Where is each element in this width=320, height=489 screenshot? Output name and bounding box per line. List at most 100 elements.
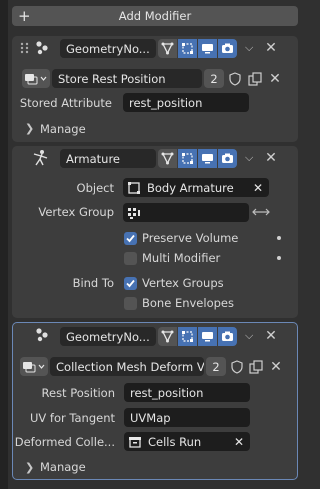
close-icon[interactable]: ✕	[264, 40, 278, 56]
clear-collection-icon[interactable]: ✕	[234, 435, 244, 449]
user-count[interactable]: 2	[206, 357, 226, 376]
edit-mode-icon	[182, 43, 193, 54]
node-group-browse-button[interactable]	[22, 69, 50, 88]
vertex-triangle-icon	[161, 152, 174, 165]
checkbox-box	[124, 232, 137, 245]
node-tree-icon	[25, 74, 47, 85]
edit-mode-icon	[182, 331, 193, 342]
object-value: Body Armature	[147, 180, 234, 195]
deformed-collection-label: Deformed Colle...	[14, 435, 115, 449]
edit-mode-toggle[interactable]	[178, 39, 197, 58]
viewport-toggle[interactable]	[198, 39, 217, 58]
modifier-name-field[interactable]: GeometryNo...	[60, 39, 156, 58]
camera-icon	[222, 331, 233, 341]
plus-icon: +	[18, 7, 31, 25]
vertex-group-icon	[128, 207, 140, 219]
geometry-nodes-icon	[36, 41, 48, 55]
manage-label: Manage	[40, 460, 86, 474]
viewport-toggle[interactable]	[198, 327, 217, 346]
node-group-name-field[interactable]: Store Rest Position	[52, 69, 202, 88]
edit-cage-toggle[interactable]	[158, 149, 177, 168]
node-group-browse-button[interactable]	[20, 357, 48, 376]
modifier-panel-geometry-nodes-2: GeometryNo... ⌵ ✕ Collection Mesh Deform…	[12, 322, 298, 480]
node-group-name-field[interactable]: Collection Mesh Deform V2	[50, 357, 204, 376]
vertex-triangle-icon	[161, 330, 174, 343]
checkmark-icon	[126, 234, 135, 243]
deformed-collection-value: Cells Run	[148, 434, 202, 449]
edit-cage-toggle[interactable]	[158, 327, 177, 346]
collection-icon	[129, 436, 141, 448]
object-field[interactable]: Body Armature ✕	[123, 178, 269, 197]
geometry-nodes-icon	[36, 328, 48, 342]
uv-for-tangent-field[interactable]: UVMap	[124, 408, 250, 427]
object-icon	[128, 181, 140, 194]
modifier-panel-armature: Armature ⌵ ✕ Object Body Armature ✕ Vert…	[12, 146, 298, 318]
fake-user-shield-icon[interactable]	[230, 360, 244, 374]
camera-icon	[222, 43, 233, 53]
edit-mode-toggle[interactable]	[178, 149, 197, 168]
vertex-group-label: Vertex Group	[38, 205, 114, 219]
edit-mode-icon	[182, 153, 193, 164]
render-toggle[interactable]	[218, 149, 237, 168]
multi-modifier-label: Multi Modifier	[142, 251, 221, 265]
vertex-triangle-icon	[161, 42, 174, 55]
checkbox-box	[124, 277, 137, 290]
checkbox-box	[124, 297, 137, 310]
preserve-volume-label: Preserve Volume	[142, 231, 239, 245]
bind-to-label: Bind To	[72, 276, 114, 290]
node-tree-icon	[23, 362, 45, 373]
invert-arrows-icon[interactable]	[252, 206, 270, 218]
vertex-group-field[interactable]	[123, 203, 249, 222]
clear-object-icon[interactable]: ✕	[253, 181, 263, 195]
rest-position-label: Rest Position	[41, 386, 115, 400]
bone-envelopes-label: Bone Envelopes	[142, 296, 234, 310]
render-toggle[interactable]	[218, 39, 237, 58]
modifier-header: GeometryNo... ⌵ ✕	[13, 323, 297, 349]
monitor-icon	[202, 332, 213, 342]
add-modifier-label: Add Modifier	[118, 9, 192, 23]
keyframe-dot-icon[interactable]	[277, 256, 281, 260]
armature-icon	[33, 150, 48, 166]
modifier-panel-geometry-nodes-1: GeometryNo... ⌵ ✕ Store Rest Position 2 …	[12, 36, 298, 142]
chevron-down-icon[interactable]: ⌵	[245, 329, 253, 343]
duplicate-icon[interactable]	[248, 72, 262, 86]
monitor-icon	[202, 154, 213, 164]
keyframe-dot-icon[interactable]	[277, 236, 281, 240]
edit-mode-toggle[interactable]	[178, 327, 197, 346]
manage-label: Manage	[40, 122, 86, 136]
modifier-name-field[interactable]: GeometryNo...	[60, 327, 156, 346]
monitor-icon	[202, 44, 213, 54]
user-count[interactable]: 2	[204, 69, 224, 88]
chevron-right-icon: ❯	[25, 122, 35, 135]
modifier-visibility-toggles	[158, 39, 237, 58]
camera-icon	[222, 153, 233, 163]
object-label: Object	[76, 181, 114, 195]
checkbox-box	[124, 252, 137, 265]
modifier-visibility-toggles	[158, 327, 237, 346]
viewport-toggle[interactable]	[198, 149, 217, 168]
close-icon[interactable]: ✕	[264, 150, 278, 166]
deformed-collection-field[interactable]: Cells Run ✕	[124, 432, 250, 451]
unlink-close-icon[interactable]: ✕	[269, 359, 283, 375]
uv-for-tangent-label: UV for Tangent	[29, 411, 115, 425]
chevron-down-icon[interactable]: ⌵	[245, 151, 253, 165]
chevron-right-icon: ❯	[25, 461, 35, 474]
edit-cage-toggle[interactable]	[158, 39, 177, 58]
stored-attribute-field[interactable]: rest_position	[123, 93, 249, 112]
add-modifier-button[interactable]: + Add Modifier	[12, 6, 298, 26]
close-icon[interactable]: ✕	[264, 328, 278, 344]
fake-user-shield-icon[interactable]	[228, 72, 242, 86]
drag-handle-icon[interactable]	[20, 41, 30, 55]
vertex-groups-label: Vertex Groups	[142, 276, 224, 290]
rest-position-field[interactable]: rest_position	[124, 383, 250, 402]
chevron-down-icon[interactable]: ⌵	[245, 41, 253, 55]
modifier-name-field[interactable]: Armature	[60, 149, 156, 168]
modifier-header: GeometryNo... ⌵ ✕	[12, 36, 298, 62]
unlink-close-icon[interactable]: ✕	[268, 71, 282, 87]
field-label: Stored Attribute	[19, 96, 112, 110]
render-toggle[interactable]	[218, 327, 237, 346]
checkmark-icon	[126, 279, 135, 288]
duplicate-icon[interactable]	[249, 360, 263, 374]
modifier-visibility-toggles	[158, 149, 237, 168]
left-border	[0, 0, 8, 489]
